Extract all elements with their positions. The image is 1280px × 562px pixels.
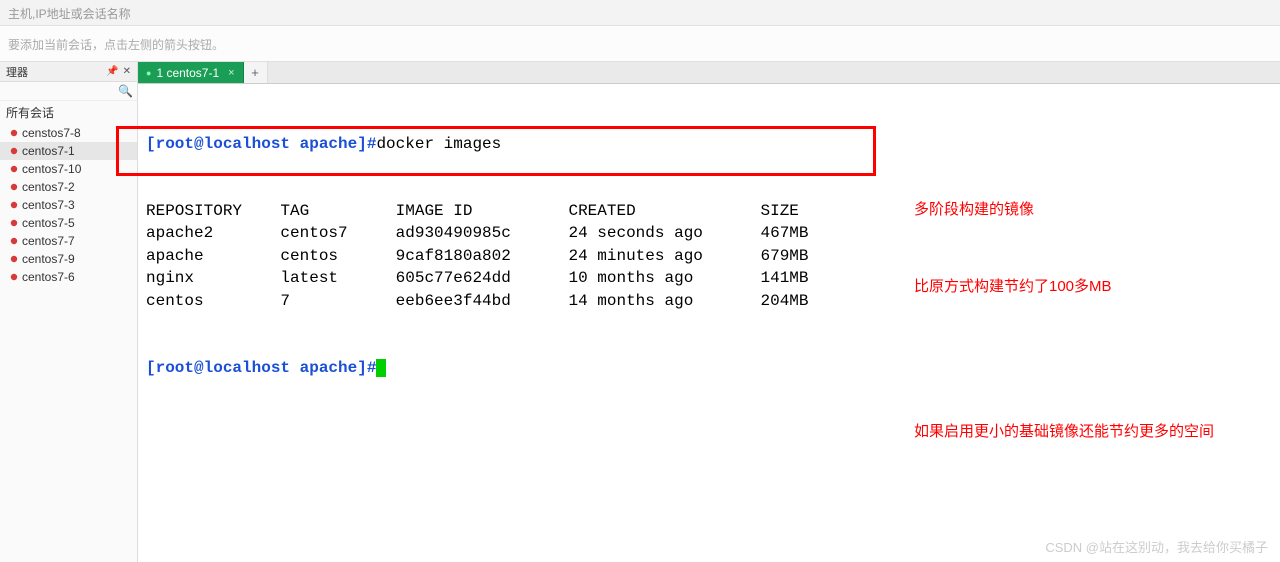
tab-close-icon[interactable]: × [224,67,234,79]
sidebar-item-label: centos7-6 [22,270,75,284]
sidebar-search[interactable]: 🔍 [0,82,137,101]
session-status-icon [10,201,18,209]
search-icon: 🔍 [118,84,133,98]
tab-status-icon: ● [146,68,151,78]
sidebar-item[interactable]: censtos7-8 [0,124,137,142]
session-status-icon [10,237,18,245]
sidebar-item[interactable]: centos7-2 [0,178,137,196]
session-status-icon [10,165,18,173]
terminal[interactable]: [root@localhost apache]#docker images RE… [138,84,1280,562]
command: docker images [376,135,501,153]
prompt: [root@localhost apache]# [146,359,376,377]
tab-bar: ● 1 centos7-1 × + [138,62,1280,84]
session-status-icon [10,183,18,191]
sidebar-item-label: centos7-2 [22,180,75,194]
content-area: ● 1 centos7-1 × + [root@localhost apache… [138,62,1280,562]
session-status-icon [10,129,18,137]
session-status-icon [10,255,18,263]
tab-add-button[interactable]: + [244,62,268,83]
sidebar-header: 理器 📌 ✕ [0,62,137,82]
session-group-label: 所有会话 [0,101,137,124]
session-status-icon [10,147,18,155]
sidebar-item[interactable]: centos7-1 [0,142,137,160]
tab-label: 1 centos7-1 [156,66,219,80]
session-sidebar: 理器 📌 ✕ 🔍 所有会话 censtos7-8 centos7-1 centos7… [0,62,138,562]
session-list: censtos7-8 centos7-1 centos7-10 centos7-2 ce… [0,124,137,286]
session-status-icon [10,219,18,227]
hint-text: 要添加当前会话，点击左侧的箭头按钮。 [8,38,224,52]
sidebar-title: 理器 [6,64,28,80]
address-placeholder: 主机,IP地址或会话名称 [8,7,131,21]
sidebar-item[interactable]: centos7-10 [0,160,137,178]
annotation-line: 如果启用更小的基础镜像还能节约更多的空间 [914,419,1274,445]
sidebar-item-label: centos7-9 [22,252,75,266]
annotation-line: 比原方式构建节约了100多MB [914,274,1274,300]
annotation-block: 多阶段构建的镜像 比原方式构建节约了100多MB 如果启用更小的基础镜像还能节约… [914,146,1274,496]
address-bar[interactable]: 主机,IP地址或会话名称 [0,0,1280,26]
hint-bar: 要添加当前会话，点击左侧的箭头按钮。 [0,26,1280,62]
sidebar-item-label: centos7-3 [22,198,75,212]
annotation-line: 多阶段构建的镜像 [914,197,1274,223]
sidebar-item[interactable]: centos7-9 [0,250,137,268]
sidebar-item[interactable]: centos7-3 [0,196,137,214]
sidebar-item[interactable]: centos7-7 [0,232,137,250]
close-icon[interactable]: ✕ [123,66,131,77]
tab-active[interactable]: ● 1 centos7-1 × [138,62,244,83]
sidebar-item-label: centos7-5 [22,216,75,230]
sidebar-item[interactable]: centos7-5 [0,214,137,232]
sidebar-item-label: centos7-10 [22,162,81,176]
watermark: CSDN @站在这别动，我去给你买橘子 [1045,537,1268,556]
session-status-icon [10,273,18,281]
prompt: [root@localhost apache]# [146,135,376,153]
sidebar-item[interactable]: centos7-6 [0,268,137,286]
sidebar-item-label: centos7-1 [22,144,75,158]
sidebar-item-label: centos7-7 [22,234,75,248]
pin-icon[interactable]: 📌 [106,66,118,77]
cursor [376,359,386,377]
sidebar-item-label: censtos7-8 [22,126,81,140]
